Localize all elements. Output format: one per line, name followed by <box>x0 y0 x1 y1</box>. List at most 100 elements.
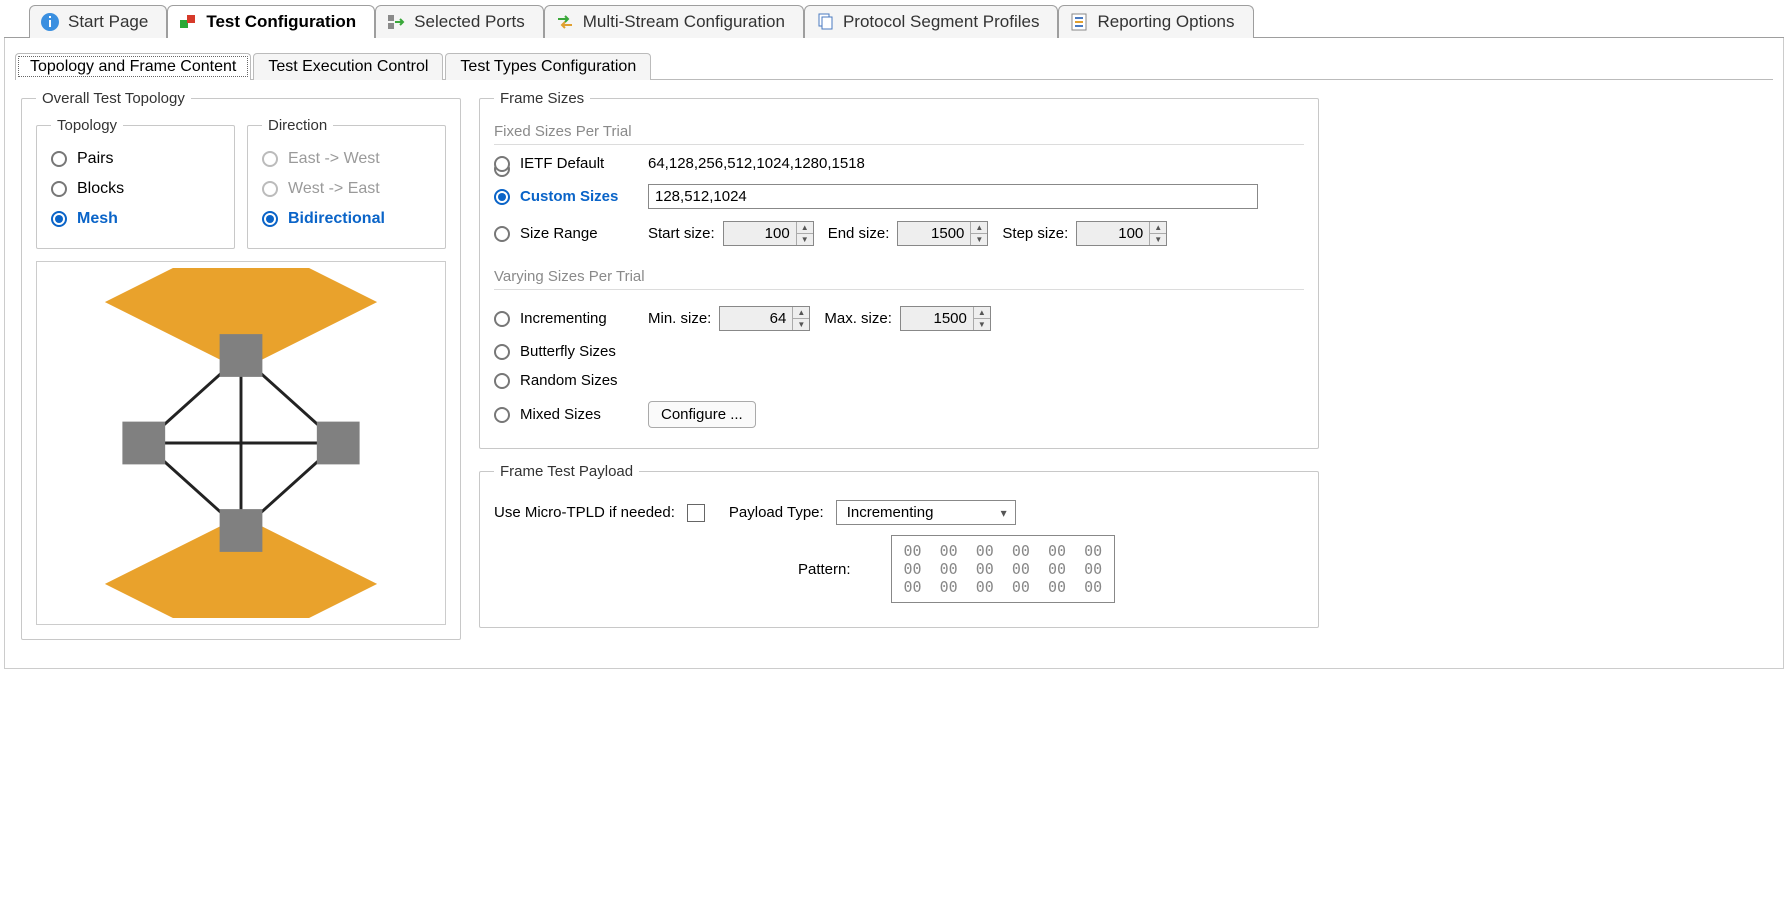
configure-mixed-button[interactable]: Configure ... <box>648 401 756 428</box>
radio-icon <box>494 189 510 205</box>
group-legend: Frame Sizes <box>494 90 590 107</box>
micro-tpld-label: Use Micro-TPLD if needed: <box>494 504 675 521</box>
tab-selected-ports[interactable]: Selected Ports <box>375 5 544 38</box>
start-size-stepper[interactable]: ▲▼ <box>723 221 814 246</box>
radio-mesh[interactable]: Mesh <box>51 204 220 234</box>
radio-butterfly[interactable]: Butterfly Sizes <box>494 337 1304 366</box>
start-size-input[interactable] <box>724 222 796 245</box>
tab-label: Multi-Stream Configuration <box>583 12 785 32</box>
micro-tpld-checkbox[interactable] <box>687 504 705 522</box>
radio-icon <box>494 344 510 360</box>
radio-label: Custom Sizes <box>520 188 618 205</box>
min-size-label: Min. size: <box>648 310 711 327</box>
radio-label: Size Range <box>520 225 598 242</box>
group-legend: Frame Test Payload <box>494 463 639 480</box>
chevron-down-icon: ▾ <box>1001 506 1007 520</box>
radio-icon <box>51 211 67 227</box>
tab-multi-stream[interactable]: Multi-Stream Configuration <box>544 5 804 38</box>
double-arrow-icon <box>555 12 575 32</box>
radio-size-range[interactable]: Size Range Start size: ▲▼ <box>494 215 1304 252</box>
radio-east-west: East -> West <box>262 144 431 174</box>
tab-label: Reporting Options <box>1097 12 1234 32</box>
ports-arrow-icon <box>386 12 406 32</box>
radio-label: Butterfly Sizes <box>520 343 616 360</box>
pages-icon <box>815 12 835 32</box>
overall-test-topology-group: Overall Test Topology Topology Pairs Blo… <box>21 90 461 640</box>
group-legend: Topology <box>51 117 123 134</box>
radio-label: Mixed Sizes <box>520 406 601 423</box>
sub-tab-strip: Topology and Frame Content Test Executio… <box>15 52 1773 80</box>
group-legend: Overall Test Topology <box>36 90 191 107</box>
radio-bidirectional[interactable]: Bidirectional <box>262 204 431 234</box>
radio-icon <box>262 151 278 167</box>
step-down-icon[interactable]: ▼ <box>971 233 987 245</box>
start-size-label: Start size: <box>648 225 715 242</box>
radio-label: Pairs <box>77 150 113 168</box>
subtab-test-types[interactable]: Test Types Configuration <box>445 53 651 80</box>
tab-label: Protocol Segment Profiles <box>843 12 1040 32</box>
radio-custom-sizes[interactable]: Custom Sizes <box>494 178 1304 215</box>
radio-icon <box>494 373 510 389</box>
tab-reporting-options[interactable]: Reporting Options <box>1058 5 1253 38</box>
subtab-topology-frame[interactable]: Topology and Frame Content <box>15 53 251 80</box>
radio-label: Mesh <box>77 210 118 228</box>
subtab-execution-control[interactable]: Test Execution Control <box>253 53 443 80</box>
radio-blocks[interactable]: Blocks <box>51 174 220 204</box>
radio-icon <box>262 211 278 227</box>
end-size-input[interactable] <box>898 222 970 245</box>
radio-icon <box>494 407 510 423</box>
frame-sizes-group: Frame Sizes Fixed Sizes Per Trial IETF D… <box>479 90 1319 449</box>
radio-icon <box>494 311 510 327</box>
step-down-icon[interactable]: ▼ <box>974 318 990 330</box>
radio-label: Bidirectional <box>288 210 385 228</box>
step-down-icon[interactable]: ▼ <box>797 233 813 245</box>
radio-icon <box>51 151 67 167</box>
step-up-icon[interactable]: ▲ <box>793 307 809 318</box>
step-down-icon[interactable]: ▼ <box>793 318 809 330</box>
subtab-label: Test Types Configuration <box>460 58 636 75</box>
radio-pairs[interactable]: Pairs <box>51 144 220 174</box>
end-size-stepper[interactable]: ▲▼ <box>897 221 988 246</box>
tab-protocol-segments[interactable]: Protocol Segment Profiles <box>804 5 1059 38</box>
radio-icon <box>494 226 510 242</box>
topology-diagram <box>36 261 446 625</box>
section-fixed-sizes: Fixed Sizes Per Trial <box>494 123 1304 145</box>
min-size-stepper[interactable]: ▲▼ <box>719 306 810 331</box>
subtab-label: Topology and Frame Content <box>30 58 236 75</box>
tab-start-page[interactable]: Start Page <box>29 5 167 38</box>
radio-mixed[interactable]: Mixed Sizes Configure ... <box>494 395 1304 434</box>
step-up-icon[interactable]: ▲ <box>797 222 813 233</box>
section-varying-sizes: Varying Sizes Per Trial <box>494 268 1304 290</box>
max-size-stepper[interactable]: ▲▼ <box>900 306 991 331</box>
tab-label: Selected Ports <box>414 12 525 32</box>
radio-label: West -> East <box>288 180 380 198</box>
radio-label: Incrementing <box>520 310 607 327</box>
step-down-icon[interactable]: ▼ <box>1150 233 1166 245</box>
frame-test-payload-group: Frame Test Payload Use Micro-TPLD if nee… <box>479 463 1319 628</box>
step-size-input[interactable] <box>1077 222 1149 245</box>
step-up-icon[interactable]: ▲ <box>1150 222 1166 233</box>
step-up-icon[interactable]: ▲ <box>974 307 990 318</box>
ietf-default-values: 64,128,256,512,1024,1280,1518 <box>648 155 865 172</box>
pattern-value[interactable]: 00 00 00 00 00 00 00 00 00 00 00 00 00 0… <box>891 535 1116 603</box>
report-icon <box>1069 12 1089 32</box>
main-tab-strip: Start Page Test Configuration Selected P… <box>4 4 1784 38</box>
custom-sizes-input[interactable] <box>648 184 1258 209</box>
radio-icon <box>262 181 278 197</box>
radio-incrementing[interactable]: Incrementing Min. size: ▲▼ <box>494 300 1304 337</box>
radio-icon <box>494 156 510 172</box>
tab-test-configuration[interactable]: Test Configuration <box>167 5 375 38</box>
radio-west-east: West -> East <box>262 174 431 204</box>
payload-type-select[interactable]: Incrementing ▾ <box>836 500 1016 525</box>
radio-random[interactable]: Random Sizes <box>494 366 1304 395</box>
radio-icon <box>51 181 67 197</box>
step-up-icon[interactable]: ▲ <box>971 222 987 233</box>
direction-group: Direction East -> West West -> East Bidi… <box>247 117 446 249</box>
step-size-stepper[interactable]: ▲▼ <box>1076 221 1167 246</box>
step-size-label: Step size: <box>1002 225 1068 242</box>
topology-group: Topology Pairs Blocks Mesh <box>36 117 235 249</box>
radio-label: Blocks <box>77 180 124 198</box>
min-size-input[interactable] <box>720 307 792 330</box>
max-size-input[interactable] <box>901 307 973 330</box>
info-icon <box>40 12 60 32</box>
